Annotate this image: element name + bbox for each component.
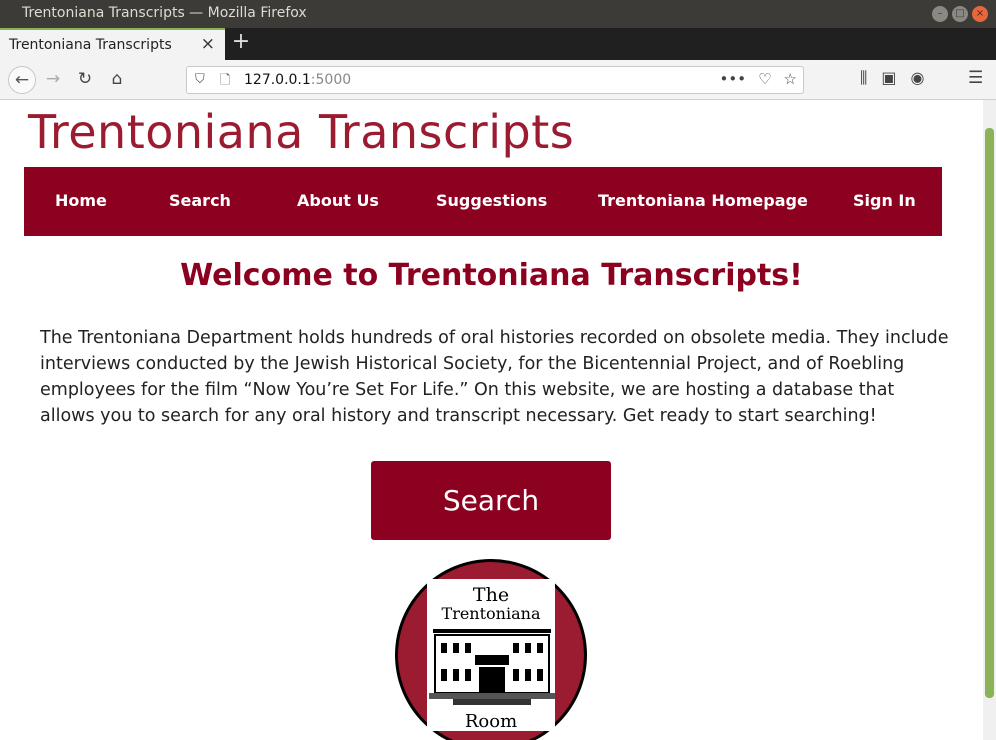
close-window-button[interactable]: ×: [972, 6, 988, 22]
pocket-icon[interactable]: ♡: [758, 70, 771, 88]
sidebar-icon[interactable]: ▣: [881, 68, 896, 88]
nav-search[interactable]: Search: [169, 191, 231, 210]
minimize-button[interactable]: –: [932, 6, 948, 22]
logo-text-top: The: [473, 584, 509, 606]
nav-suggestions[interactable]: Suggestions: [436, 191, 547, 210]
tab-close-icon[interactable]: ×: [201, 34, 215, 54]
page-scrollbar[interactable]: [983, 100, 996, 740]
logo-text-bottom: Room: [465, 711, 517, 732]
urlbar-actions: ••• ♡ ☆: [720, 70, 797, 88]
page-info-icon[interactable]: 🗋: [220, 71, 230, 93]
intro-paragraph: The Trentoniana Department holds hundred…: [40, 328, 949, 426]
tab-strip: Trentoniana Transcripts × +: [0, 28, 996, 60]
window-titlebar: Trentoniana Transcripts — Mozilla Firefo…: [0, 0, 996, 28]
site-nav: Home Search About Us Suggestions Trenton…: [24, 167, 942, 236]
nav-trentoniana-homepage[interactable]: Trentoniana Homepage: [598, 191, 808, 210]
reload-icon[interactable]: ↻: [74, 68, 96, 90]
logo-building: [429, 629, 555, 705]
url-host: 127.0.0.1: [244, 72, 311, 88]
url-bar[interactable]: ⛉ 🗋 127.0.0.1:5000 ••• ♡ ☆: [186, 66, 804, 94]
account-icon[interactable]: ◉: [911, 68, 925, 88]
window-controls: – □ ×: [932, 6, 988, 22]
scrollbar-thumb[interactable]: [985, 128, 994, 698]
browser-toolbar: ← → ↻ ⌂ ⛉ 🗋 127.0.0.1:5000 ••• ♡ ☆ ⫼ ▣ ◉…: [0, 60, 996, 100]
url-port: :5000: [310, 72, 352, 88]
logo-text-middle: Trentoniana: [442, 604, 541, 623]
tab-label: Trentoniana Transcripts: [9, 37, 172, 53]
browser-tab[interactable]: Trentoniana Transcripts ×: [0, 28, 225, 60]
nav-sign-in[interactable]: Sign In: [853, 191, 916, 210]
nav-about-us[interactable]: About Us: [297, 191, 379, 210]
page-content: Trentoniana Transcripts Home Search Abou…: [0, 100, 983, 740]
forward-icon[interactable]: →: [42, 68, 64, 90]
maximize-button[interactable]: □: [952, 6, 968, 22]
trentoniana-room-logo: The Trentoniana Room: [395, 559, 587, 740]
nav-home[interactable]: Home: [55, 191, 107, 210]
hamburger-menu-icon[interactable]: ☰: [968, 68, 983, 88]
window-title: Trentoniana Transcripts — Mozilla Firefo…: [22, 5, 307, 21]
back-icon[interactable]: ←: [8, 66, 36, 94]
bookmark-star-icon[interactable]: ☆: [784, 70, 797, 88]
new-tab-button[interactable]: +: [230, 29, 252, 54]
welcome-heading: Welcome to Trentoniana Transcripts!: [180, 258, 803, 293]
toolbar-icons: ⫼ ▣ ◉: [860, 68, 924, 88]
more-actions-icon[interactable]: •••: [720, 70, 747, 88]
search-button[interactable]: Search: [371, 461, 611, 540]
url-text[interactable]: 127.0.0.1:5000: [244, 72, 351, 88]
site-title: Trentoniana Transcripts: [28, 105, 575, 159]
home-icon[interactable]: ⌂: [106, 68, 128, 90]
shield-icon[interactable]: ⛉: [195, 72, 205, 87]
library-icon[interactable]: ⫼: [860, 68, 867, 88]
